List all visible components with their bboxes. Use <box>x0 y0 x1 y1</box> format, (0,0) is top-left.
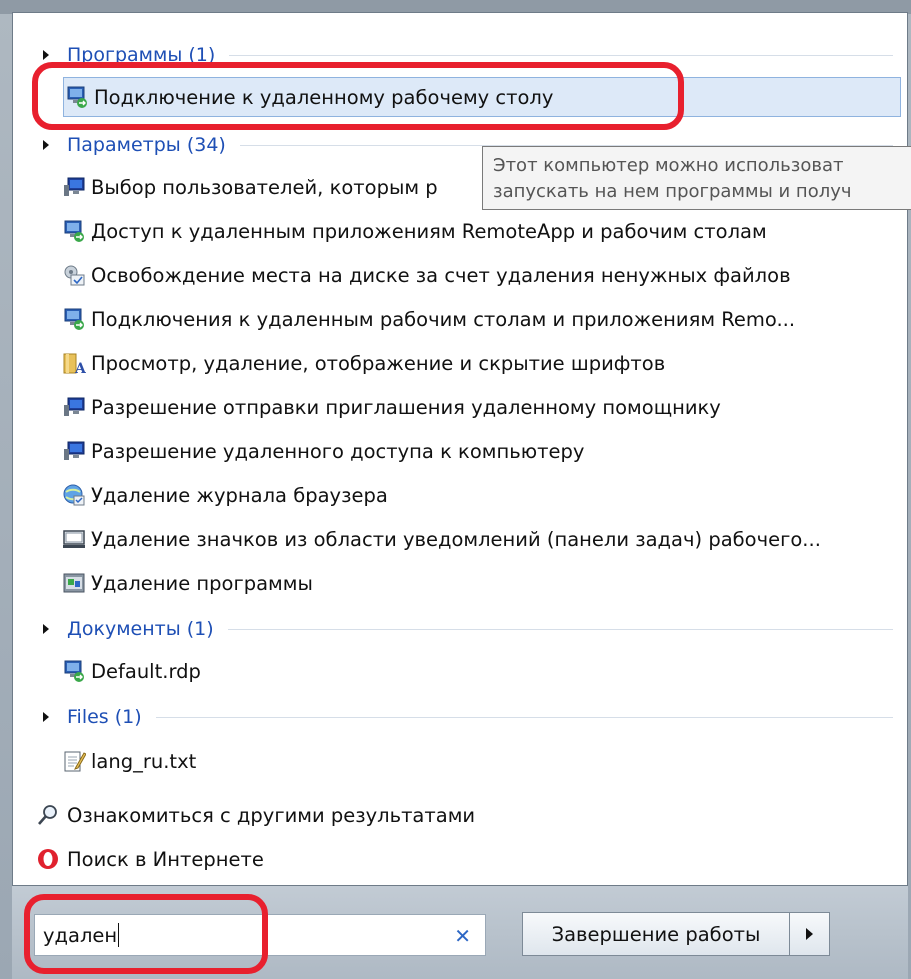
expand-triangle-icon <box>43 624 49 634</box>
text-file-icon <box>61 748 87 774</box>
rdp-file-icon <box>61 658 87 684</box>
monitor-users-icon <box>61 174 87 200</box>
remote-desktop-icon <box>64 84 90 110</box>
result-label: Удаление значков из области уведомлений … <box>91 527 821 551</box>
monitor-users-icon <box>61 394 87 420</box>
search-input-value: удален <box>43 923 118 947</box>
text-caret <box>118 923 120 947</box>
expand-triangle-icon <box>43 712 49 722</box>
result-label: Удаление программы <box>91 571 313 595</box>
group-divider <box>155 716 893 718</box>
opera-browser-icon <box>35 846 61 872</box>
result-label: lang_ru.txt <box>91 749 197 773</box>
result-browser-history[interactable]: Удаление журнала браузера <box>61 475 891 515</box>
group-documents-header[interactable]: Документы (1) <box>13 615 893 643</box>
close-icon[interactable]: ✕ <box>454 924 471 948</box>
result-label: Default.rdp <box>91 659 201 683</box>
result-remoteapp-access[interactable]: Доступ к удаленным приложениям RemoteApp… <box>61 211 891 251</box>
programs-features-icon <box>61 570 87 596</box>
result-label: Удаление журнала браузера <box>91 483 388 507</box>
svg-text:A: A <box>74 361 86 375</box>
result-disk-cleanup[interactable]: Освобождение места на диске за счет удал… <box>61 255 891 295</box>
group-programs-header[interactable]: Программы (1) <box>13 41 893 69</box>
result-uninstall-program[interactable]: Удаление программы <box>61 563 891 603</box>
expand-triangle-icon <box>43 140 49 150</box>
group-files-title: Files (1) <box>67 706 142 728</box>
result-label: Выбор пользователей, которым р <box>91 175 438 199</box>
group-divider <box>227 628 893 630</box>
result-remote-access[interactable]: Разрешение удаленного доступа к компьюте… <box>61 431 891 471</box>
group-documents-title: Документы (1) <box>67 618 214 640</box>
group-programs-title: Программы (1) <box>67 44 216 66</box>
group-divider <box>229 54 893 56</box>
result-label: Просмотр, удаление, отображение и скрыти… <box>91 351 666 375</box>
web-search-label: Поиск в Интернете <box>67 847 264 871</box>
internet-options-icon <box>61 482 87 508</box>
search-results-panel: Программы (1) Подключение к удаленному р… <box>12 12 908 886</box>
monitor-users-icon <box>61 438 87 464</box>
result-fonts[interactable]: A Просмотр, удаление, отображение и скры… <box>61 343 891 383</box>
result-notification-icons[interactable]: Удаление значков из области уведомлений … <box>61 519 891 559</box>
result-label: Доступ к удаленным приложениям RemoteApp… <box>91 219 767 243</box>
result-label: Разрешение отправки приглашения удаленно… <box>91 395 721 419</box>
remote-desktop-icon <box>61 306 87 332</box>
more-results-label: Ознакомиться с другими результатами <box>67 803 476 827</box>
result-remote-connections[interactable]: Подключения к удаленным рабочим столам и… <box>61 299 891 339</box>
tooltip-line-1: Этот компьютер можно использоват <box>493 155 844 176</box>
search-icon <box>35 802 61 828</box>
more-results-link[interactable]: Ознакомиться с другими результатами <box>35 797 895 833</box>
web-search-link[interactable]: Поиск в Интернете <box>35 841 895 877</box>
result-default-rdp[interactable]: Default.rdp <box>61 651 891 691</box>
remote-desktop-icon <box>61 218 87 244</box>
search-input[interactable]: удален ✕ <box>34 914 486 956</box>
result-lang-ru-txt[interactable]: lang_ru.txt <box>61 741 891 781</box>
fonts-folder-icon: A <box>61 350 87 376</box>
expand-triangle-icon <box>43 50 49 60</box>
result-label: Разрешение удаленного доступа к компьюте… <box>91 439 585 463</box>
result-label: Подключения к удаленным рабочим столам и… <box>91 307 796 331</box>
disk-cleanup-icon <box>61 262 87 288</box>
notification-area-icon <box>61 526 87 552</box>
group-settings-title: Параметры (34) <box>67 134 226 156</box>
result-remote-assistance[interactable]: Разрешение отправки приглашения удаленно… <box>61 387 891 427</box>
result-label: Подключение к удаленному рабочему столу <box>94 85 554 109</box>
shutdown-label: Завершение работы <box>551 922 761 946</box>
result-remote-desktop-connection[interactable]: Подключение к удаленному рабочему столу <box>63 77 901 117</box>
tooltip-line-2: запускать на нем программы и получ <box>493 181 852 202</box>
group-files-header[interactable]: Files (1) <box>13 703 893 731</box>
tooltip: Этот компьютер можно использоват запуска… <box>482 146 911 210</box>
shutdown-button[interactable]: Завершение работы <box>522 912 790 956</box>
result-label: Освобождение места на диске за счет удал… <box>91 263 791 287</box>
chevron-right-icon <box>806 928 813 940</box>
shutdown-options-button[interactable] <box>790 912 830 956</box>
